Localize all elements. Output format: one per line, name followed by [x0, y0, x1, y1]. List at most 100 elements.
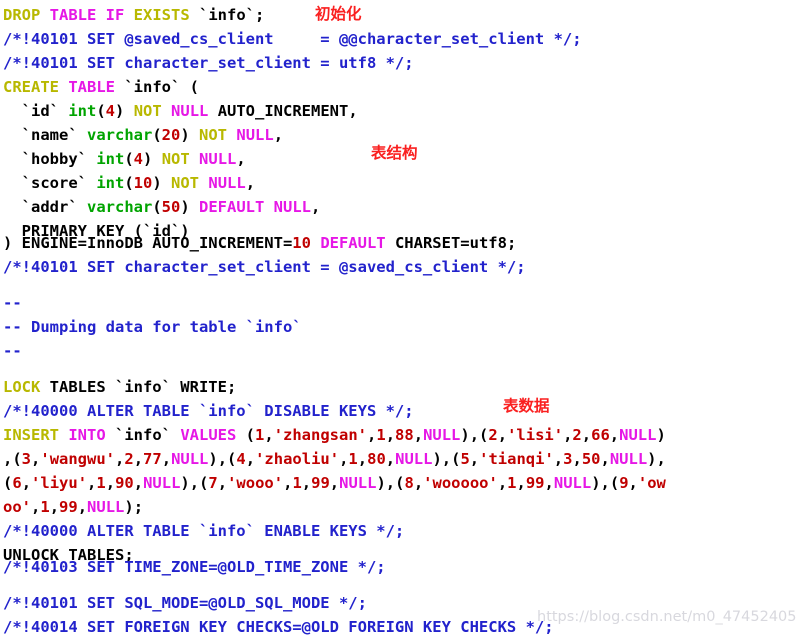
code-token: ,	[516, 474, 526, 492]
code-token: 99	[59, 498, 78, 516]
code-token: ,	[469, 450, 480, 468]
code-token: /*!40014 SET FOREIGN KEY CHECKS=@OLD FOR…	[3, 618, 554, 636]
code-token: ,	[367, 426, 377, 444]
code-token: )	[180, 126, 200, 144]
code-token: 1	[255, 426, 265, 444]
code-token: NOT	[171, 174, 200, 192]
code-token: 88	[395, 426, 414, 444]
code-token: `addr`	[3, 198, 87, 216]
code-token: ,	[497, 426, 508, 444]
code-token: NULL	[199, 150, 237, 168]
code-token: ,	[236, 150, 246, 168]
code-token: ,	[21, 474, 32, 492]
code-token: 99	[311, 474, 330, 492]
code-token: ,	[133, 450, 144, 468]
code-token: 2	[572, 426, 582, 444]
code-token: 'tianqi'	[479, 450, 554, 468]
code-token: CREATE	[3, 78, 59, 96]
code-token: NULL	[619, 426, 657, 444]
code-line: -- Dumping data for table `info`	[3, 315, 302, 339]
code-token: ,	[311, 198, 321, 216]
code-token: NULL	[143, 474, 181, 492]
code-token: `info`	[105, 426, 181, 444]
code-token: ,	[385, 450, 396, 468]
code-token: ,	[115, 450, 125, 468]
code-token: /*!40101 SET character_set_client = utf8…	[3, 54, 414, 72]
code-token: 'lisi'	[507, 426, 564, 444]
code-line: `hobby` int(4) NOT NULL,	[3, 147, 246, 171]
code-token: DROP	[3, 6, 41, 24]
code-token: )	[656, 426, 666, 444]
code-token: /*!40101 SET @saved_cs_client = @@charac…	[3, 30, 582, 48]
code-line: /*!40101 SET SQL_MODE=@OLD_SQL_MODE */;	[3, 591, 367, 615]
code-token: )	[180, 198, 200, 216]
code-token: ,	[264, 426, 274, 444]
code-token: 5	[460, 450, 470, 468]
watermark-url: https://blog.csdn.net/m0_47452405	[537, 609, 796, 625]
code-token: ),(	[432, 450, 461, 468]
code-token: /*!40000 ALTER TABLE `info` ENABLE KEYS …	[3, 522, 405, 540]
code-token: )	[115, 102, 134, 120]
code-token: ,	[273, 126, 284, 144]
code-token: 2	[124, 450, 134, 468]
code-token: NULL	[423, 426, 461, 444]
code-token: int	[96, 150, 125, 168]
code-token: 1	[292, 474, 302, 492]
code-token: 'wangwu'	[40, 450, 116, 468]
code-token: NULL	[395, 450, 433, 468]
code-token: `hobby`	[3, 150, 97, 168]
code-line: /*!40101 SET character_set_client = utf8…	[3, 51, 414, 75]
code-token: ),(	[376, 474, 405, 492]
code-token: ),(	[208, 450, 237, 468]
code-token: ,	[385, 426, 396, 444]
code-token: 3	[21, 450, 32, 468]
code-token: 'ow	[637, 474, 666, 492]
code-token: 1	[507, 474, 517, 492]
code-token: `name`	[3, 126, 87, 144]
code-line: --	[3, 339, 22, 363]
code-token: ,	[497, 474, 508, 492]
code-token: NULL	[208, 174, 246, 192]
code-token: ,	[87, 474, 97, 492]
code-token: ),(	[591, 474, 620, 492]
code-token: (	[124, 174, 134, 192]
code-token: ,	[553, 450, 564, 468]
code-token: AUTO_INCREMENT,	[208, 102, 358, 120]
code-token: `info` (	[115, 78, 200, 96]
code-token: ),(	[460, 426, 489, 444]
code-line: ) ENGINE=InnoDB AUTO_INCREMENT=10 DEFAUL…	[3, 231, 516, 255]
code-token: 10	[133, 174, 153, 192]
code-line: INSERT INTO `info` VALUES (1,'zhangsan',…	[3, 423, 666, 447]
code-line: /*!40103 SET TIME_ZONE=@OLD_TIME_ZONE */…	[3, 555, 386, 579]
code-token: varchar	[87, 126, 153, 144]
code-token: DEFAULT	[320, 234, 386, 252]
code-token: DEFAULT NULL	[199, 198, 311, 216]
code-line: `addr` varchar(50) DEFAULT NULL,	[3, 195, 321, 219]
code-token: 50	[161, 198, 181, 216]
code-token: 66	[591, 426, 610, 444]
code-line: CREATE TABLE `info` (	[3, 75, 199, 99]
code-line: DROP TABLE IF EXISTS `info`;	[3, 3, 264, 27]
code-token: ,	[77, 498, 88, 516]
code-token: varchar	[87, 198, 153, 216]
code-token: ,	[628, 474, 638, 492]
code-token: /*!40000 ALTER TABLE `info` DISABLE KEYS…	[3, 402, 414, 420]
code-token: ,	[161, 450, 172, 468]
code-line: /*!40000 ALTER TABLE `info` ENABLE KEYS …	[3, 519, 404, 543]
code-token: CHARSET=utf8;	[385, 234, 517, 252]
code-token: ) ENGINE=InnoDB AUTO_INCREMENT=	[3, 234, 293, 252]
code-token: /*!40103 SET TIME_ZONE=@OLD_TIME_ZONE */…	[3, 558, 386, 576]
code-token: /*!40101 SET SQL_MODE=@OLD_SQL_MODE */;	[3, 594, 367, 612]
code-line: /*!40014 SET FOREIGN KEY CHECKS=@OLD FOR…	[3, 615, 554, 639]
code-line: ,(3,'wangwu',2,77,NULL),(4,'zhaoliu',1,8…	[3, 447, 666, 471]
code-token: 1	[96, 474, 106, 492]
code-line: /*!40000 ALTER TABLE `info` DISABLE KEYS…	[3, 399, 414, 423]
code-line: LOCK TABLES `info` WRITE;	[3, 375, 236, 399]
